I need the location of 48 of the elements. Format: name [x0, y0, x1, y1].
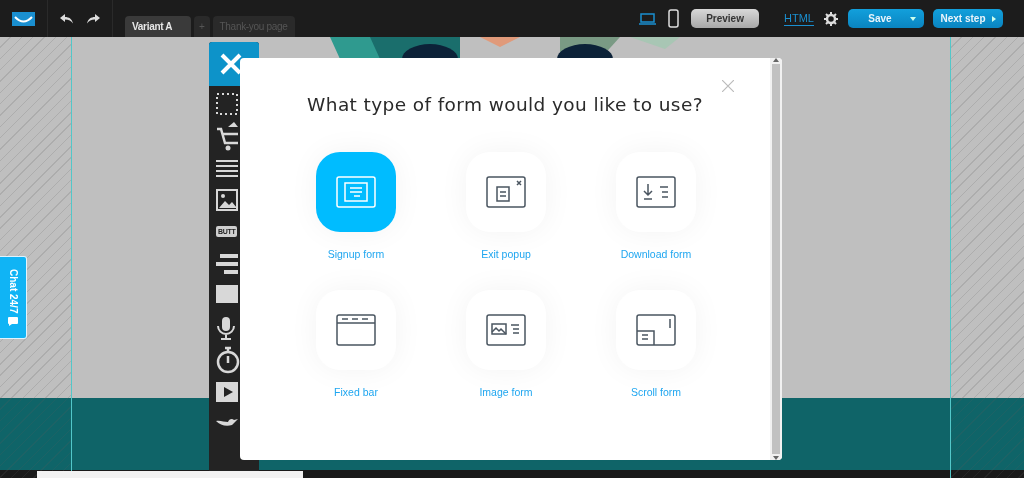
form-type-tile[interactable]: [616, 152, 696, 232]
form-window-icon: [336, 176, 376, 208]
play-icon: [216, 381, 238, 402]
form-type-label[interactable]: Download form: [620, 248, 692, 282]
form-type-tile[interactable]: [616, 290, 696, 370]
chat-tab[interactable]: Chat 24/7: [0, 256, 27, 339]
image-icon: [216, 188, 238, 211]
form-type-tile[interactable]: [466, 152, 546, 232]
form-type-label[interactable]: Scroll form: [630, 386, 682, 420]
microphone-icon: [216, 315, 238, 340]
text-lines-icon: [216, 158, 238, 177]
form-type-label[interactable]: Image form: [479, 386, 533, 420]
speech-bubble-icon: [8, 317, 18, 327]
caret-icon: [909, 16, 916, 21]
popup-window-icon: [486, 176, 526, 208]
laptop-icon[interactable]: [639, 12, 657, 25]
image-window-icon: [486, 314, 526, 346]
corner-window-icon: [636, 314, 676, 346]
stopwatch-icon: [216, 345, 240, 374]
dialog-title: What type of form would you like to use?: [307, 94, 703, 115]
form-type-tile[interactable]: [466, 290, 546, 370]
settings-icon[interactable]: [824, 11, 838, 26]
logo-icon[interactable]: [12, 11, 35, 26]
section-icon: [216, 92, 238, 115]
form-type-tile[interactable]: [316, 290, 396, 370]
caret-icon: [991, 15, 996, 22]
redo-icon[interactable]: [87, 13, 100, 24]
form-type-label[interactable]: Signup form: [327, 248, 385, 282]
cart-icon: [216, 120, 238, 151]
horizontal-scrollbar[interactable]: [37, 471, 303, 478]
form-type-tile[interactable]: [316, 152, 396, 232]
scroll-down-icon[interactable]: [773, 456, 779, 460]
download-window-icon: [636, 176, 676, 208]
chat-label: Chat 24/7: [7, 268, 19, 314]
form-type-label[interactable]: Exit popup: [481, 248, 531, 282]
scrollbar[interactable]: [770, 58, 782, 460]
scroll-up-icon[interactable]: [773, 58, 779, 62]
form-type-label[interactable]: Fixed bar: [334, 386, 378, 420]
phone-icon[interactable]: [668, 9, 680, 28]
bars-icon: [216, 252, 238, 275]
next-step-button[interactable]: Next step: [933, 9, 1003, 28]
browser-window-icon: [336, 314, 376, 346]
preview-button[interactable]: Preview: [691, 9, 760, 28]
add-tab-button[interactable]: +: [194, 16, 210, 37]
html-link[interactable]: HTML: [784, 11, 814, 26]
page-tab[interactable]: Variant A: [125, 16, 191, 37]
undo-icon[interactable]: [60, 13, 73, 24]
save-button[interactable]: Save: [848, 9, 924, 28]
